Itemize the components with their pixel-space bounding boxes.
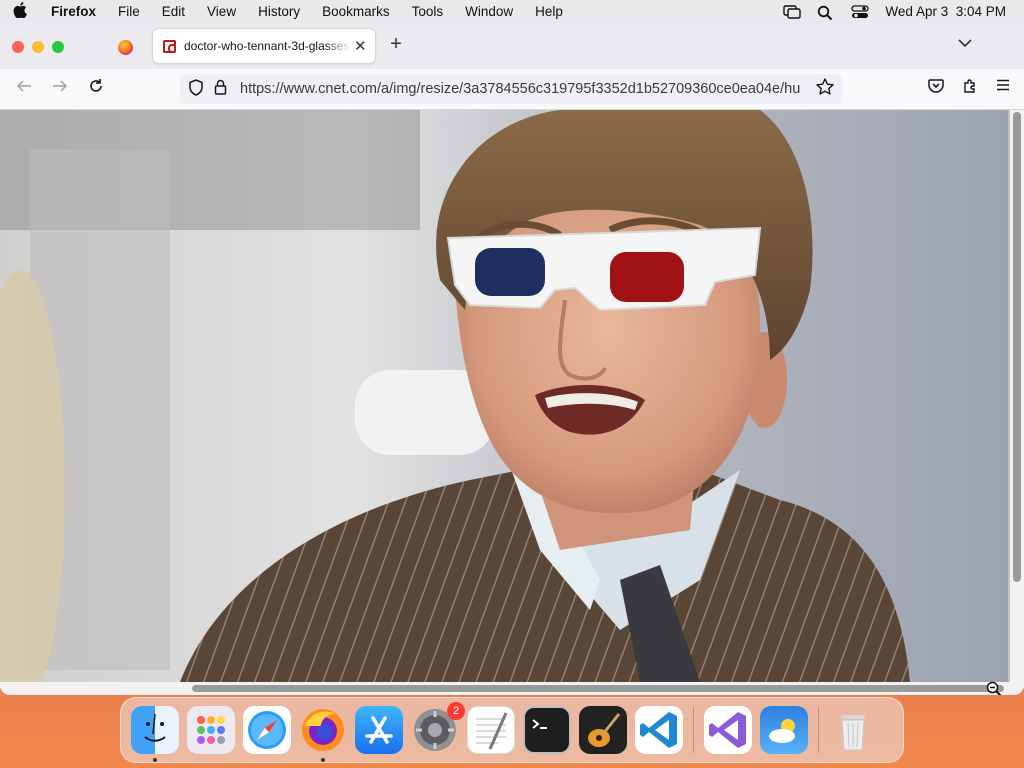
extensions-puzzle-icon[interactable]: [962, 78, 978, 99]
menu-clock[interactable]: Wed Apr 3 3:04 PM: [885, 4, 1006, 19]
textedit-icon[interactable]: [467, 706, 515, 754]
launchpad-icon[interactable]: [187, 706, 235, 754]
url-text[interactable]: https://www.cnet.com/a/img/resize/3a3784…: [240, 81, 800, 97]
screen-mirroring-icon[interactable]: [783, 4, 802, 19]
trash-icon[interactable]: [829, 706, 877, 754]
menu-history[interactable]: History: [247, 4, 311, 19]
tab-title: doctor-who-tennant-3d-glasses: [184, 39, 350, 53]
dock: 2: [120, 697, 904, 763]
menu-tools[interactable]: Tools: [401, 4, 455, 19]
apple-menu-icon[interactable]: [0, 1, 40, 22]
garageband-icon[interactable]: [579, 706, 627, 754]
close-tab-icon[interactable]: ✕: [354, 37, 367, 55]
vertical-scrollbar[interactable]: [1010, 110, 1024, 695]
hamburger-menu-icon[interactable]: [996, 78, 1010, 99]
bookmark-star-icon[interactable]: [816, 78, 834, 100]
safari-icon[interactable]: [243, 706, 291, 754]
menu-file[interactable]: File: [107, 4, 151, 19]
menu-window[interactable]: Window: [454, 4, 524, 19]
firefox-icon: [117, 39, 133, 55]
notification-badge: 2: [447, 702, 465, 720]
close-window-button[interactable]: [12, 41, 24, 53]
tab-active[interactable]: doctor-who-tennant-3d-glasses ✕: [153, 29, 375, 63]
terminal-icon[interactable]: [523, 706, 571, 754]
pocket-icon[interactable]: [928, 78, 944, 99]
menu-view[interactable]: View: [196, 4, 247, 19]
cnet-favicon-icon: [163, 39, 176, 53]
displayed-image[interactable]: [0, 110, 1008, 682]
maximize-window-button[interactable]: [52, 41, 64, 53]
app-store-icon[interactable]: [355, 706, 403, 754]
system-settings-icon[interactable]: 2: [411, 702, 465, 754]
menu-bookmarks[interactable]: Bookmarks: [311, 4, 401, 19]
menu-edit[interactable]: Edit: [151, 4, 196, 19]
dock-separator: [818, 707, 819, 753]
secure-lock-icon[interactable]: [214, 79, 230, 99]
vscode-icon[interactable]: [635, 706, 683, 754]
firefox-icon[interactable]: [299, 706, 347, 762]
page-content: [0, 110, 1010, 695]
navigation-toolbar: https://www.cnet.com/a/img/resize/3a3784…: [0, 69, 1024, 110]
spotlight-search-icon[interactable]: [817, 5, 835, 20]
visual-studio-icon[interactable]: [704, 706, 752, 754]
running-indicator: [153, 758, 157, 762]
new-tab-button[interactable]: +: [386, 33, 406, 56]
zoom-out-cursor-icon: [986, 681, 1002, 695]
tracking-protection-shield-icon[interactable]: [188, 78, 206, 100]
menu-bar: Firefox File Edit View History Bookmarks…: [0, 0, 1024, 23]
tab-bar: doctor-who-tennant-3d-glasses ✕ +: [0, 23, 1024, 69]
vertical-scrollbar-thumb[interactable]: [1013, 112, 1021, 582]
control-center-icon[interactable]: [851, 4, 870, 19]
finder-icon[interactable]: [131, 706, 179, 762]
horizontal-scrollbar[interactable]: [0, 682, 1010, 695]
back-button[interactable]: [13, 78, 35, 100]
menu-app-name[interactable]: Firefox: [40, 4, 107, 19]
horizontal-scrollbar-thumb[interactable]: [192, 685, 1004, 692]
list-all-tabs-icon[interactable]: [958, 37, 972, 51]
running-indicator: [321, 758, 325, 762]
minimize-window-button[interactable]: [32, 41, 44, 53]
dock-separator: [693, 707, 694, 753]
window-controls: [12, 41, 64, 53]
weather-icon[interactable]: [760, 706, 808, 754]
firefox-window: doctor-who-tennant-3d-glasses ✕ + https:…: [0, 23, 1024, 695]
pinned-firefox-tab[interactable]: [110, 33, 140, 61]
address-bar[interactable]: https://www.cnet.com/a/img/resize/3a3784…: [180, 74, 842, 104]
forward-button[interactable]: [49, 78, 71, 100]
reload-button[interactable]: [85, 78, 107, 100]
menu-help[interactable]: Help: [524, 4, 574, 19]
